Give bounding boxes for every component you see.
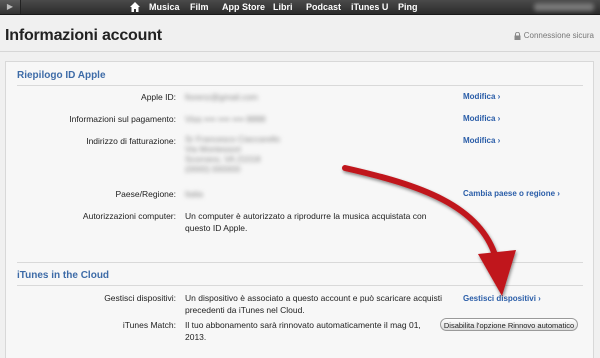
label-computer-auth: Autorizzazioni computer: [82,211,176,221]
nav-libri[interactable]: Libri [273,0,293,14]
section-divider [17,285,583,286]
back-button[interactable]: ▶ [0,0,21,14]
edit-billing-link[interactable]: Modifica › [463,136,500,145]
secure-connection: Connessione sicura [514,31,594,40]
change-country-link[interactable]: Cambia paese o regione › [463,189,560,198]
top-nav-bar: ▶ Musica Film App Store Libri Podcast iT… [0,0,600,15]
nav-ping[interactable]: Ping [398,0,418,14]
lock-icon [514,31,521,40]
secure-connection-label: Connessione sicura [523,31,594,40]
nav-app-store[interactable]: App Store [222,0,265,14]
label-manage-devices: Gestisci dispositivi: [104,293,176,303]
value-billing-address: Sr Francesco Ciaccarello Via Montessori … [185,134,280,174]
label-country: Paese/Regione: [115,189,177,199]
nav-musica[interactable]: Musica [149,0,180,14]
user-account-blurred[interactable] [534,3,594,11]
section-divider [17,85,583,86]
manage-devices-link[interactable]: Gestisci dispositivi › [463,294,541,303]
nav-film[interactable]: Film [190,0,209,14]
home-icon[interactable] [129,1,141,13]
edit-payment-link[interactable]: Modifica › [463,114,500,123]
nav-itunes-u[interactable]: iTunes U [351,0,388,14]
header-divider [0,51,600,52]
value-apple-id: fiorenz@gmail.com [185,92,258,102]
disable-auto-renew-button[interactable]: Disabilita l'opzione Rinnovo automatico [440,318,578,331]
value-manage-devices: Un dispositivo è associato a questo acco… [185,293,443,315]
section-title-itunes-cloud: iTunes in the Cloud [17,270,110,281]
edit-apple-id-link[interactable]: Modifica › [463,92,500,101]
value-payment-info: Visa •••• •••• •••• 8888 [185,114,266,124]
value-country: Italia [185,189,203,199]
label-payment-info: Informazioni sul pagamento: [69,114,176,124]
nav-podcast[interactable]: Podcast [306,0,341,14]
section-title-apple-id: Riepilogo ID Apple [17,70,106,81]
label-apple-id: Apple ID: [141,92,176,102]
page-title: Informazioni account [5,27,162,44]
label-billing-address: Indirizzo di fatturazione: [86,136,176,146]
label-itunes-match: iTunes Match: [122,320,176,330]
value-computer-auth: Un computer è autorizzato a riprodurre l… [185,211,427,233]
section-divider [17,262,583,263]
value-itunes-match: Il tuo abbonamento sarà rinnovato automa… [185,320,421,342]
